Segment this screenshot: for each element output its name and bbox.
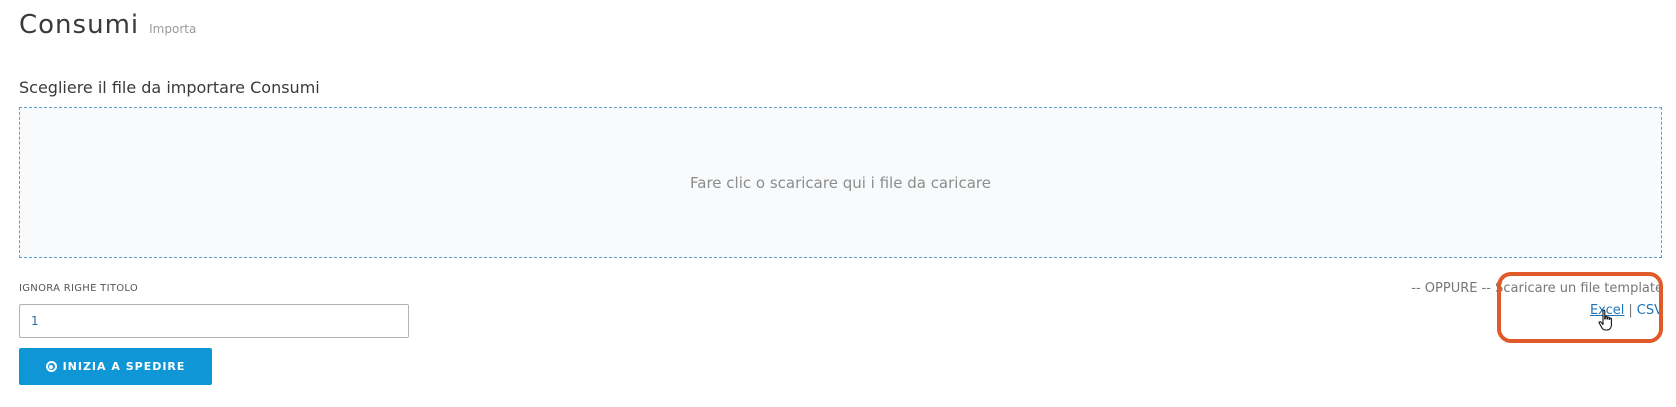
hand-pointer-cursor-icon bbox=[1598, 309, 1612, 331]
page-header: Consumi Importa bbox=[19, 10, 196, 40]
ignore-rows-label: IGNORA RIGHE TITOLO bbox=[19, 283, 139, 294]
template-line: -- OPPURE -- Scaricare un file template bbox=[1411, 281, 1663, 297]
start-import-button-label: INIZIA A SPEDIRE bbox=[62, 360, 186, 373]
template-text: Scaricare un file template bbox=[1495, 281, 1663, 296]
template-prefix: -- OPPURE -- bbox=[1411, 281, 1491, 296]
dropzone-text: Fare clic o scaricare qui i file da cari… bbox=[690, 173, 991, 192]
template-links: Excel | CSV bbox=[1411, 303, 1663, 319]
ignore-rows-input[interactable] bbox=[19, 304, 409, 338]
template-download-area: -- OPPURE -- Scaricare un file template … bbox=[1411, 281, 1663, 319]
circle-dot-icon bbox=[45, 361, 57, 372]
file-dropzone[interactable]: Fare clic o scaricare qui i file da cari… bbox=[19, 107, 1662, 258]
csv-template-link[interactable]: CSV bbox=[1637, 303, 1663, 318]
page-title: Consumi bbox=[19, 10, 140, 40]
section-title: Scegliere il file da importare Consumi bbox=[19, 78, 320, 97]
page-subtitle: Importa bbox=[149, 22, 197, 36]
start-import-button[interactable]: INIZIA A SPEDIRE bbox=[19, 348, 212, 385]
link-separator: | bbox=[1628, 303, 1633, 318]
